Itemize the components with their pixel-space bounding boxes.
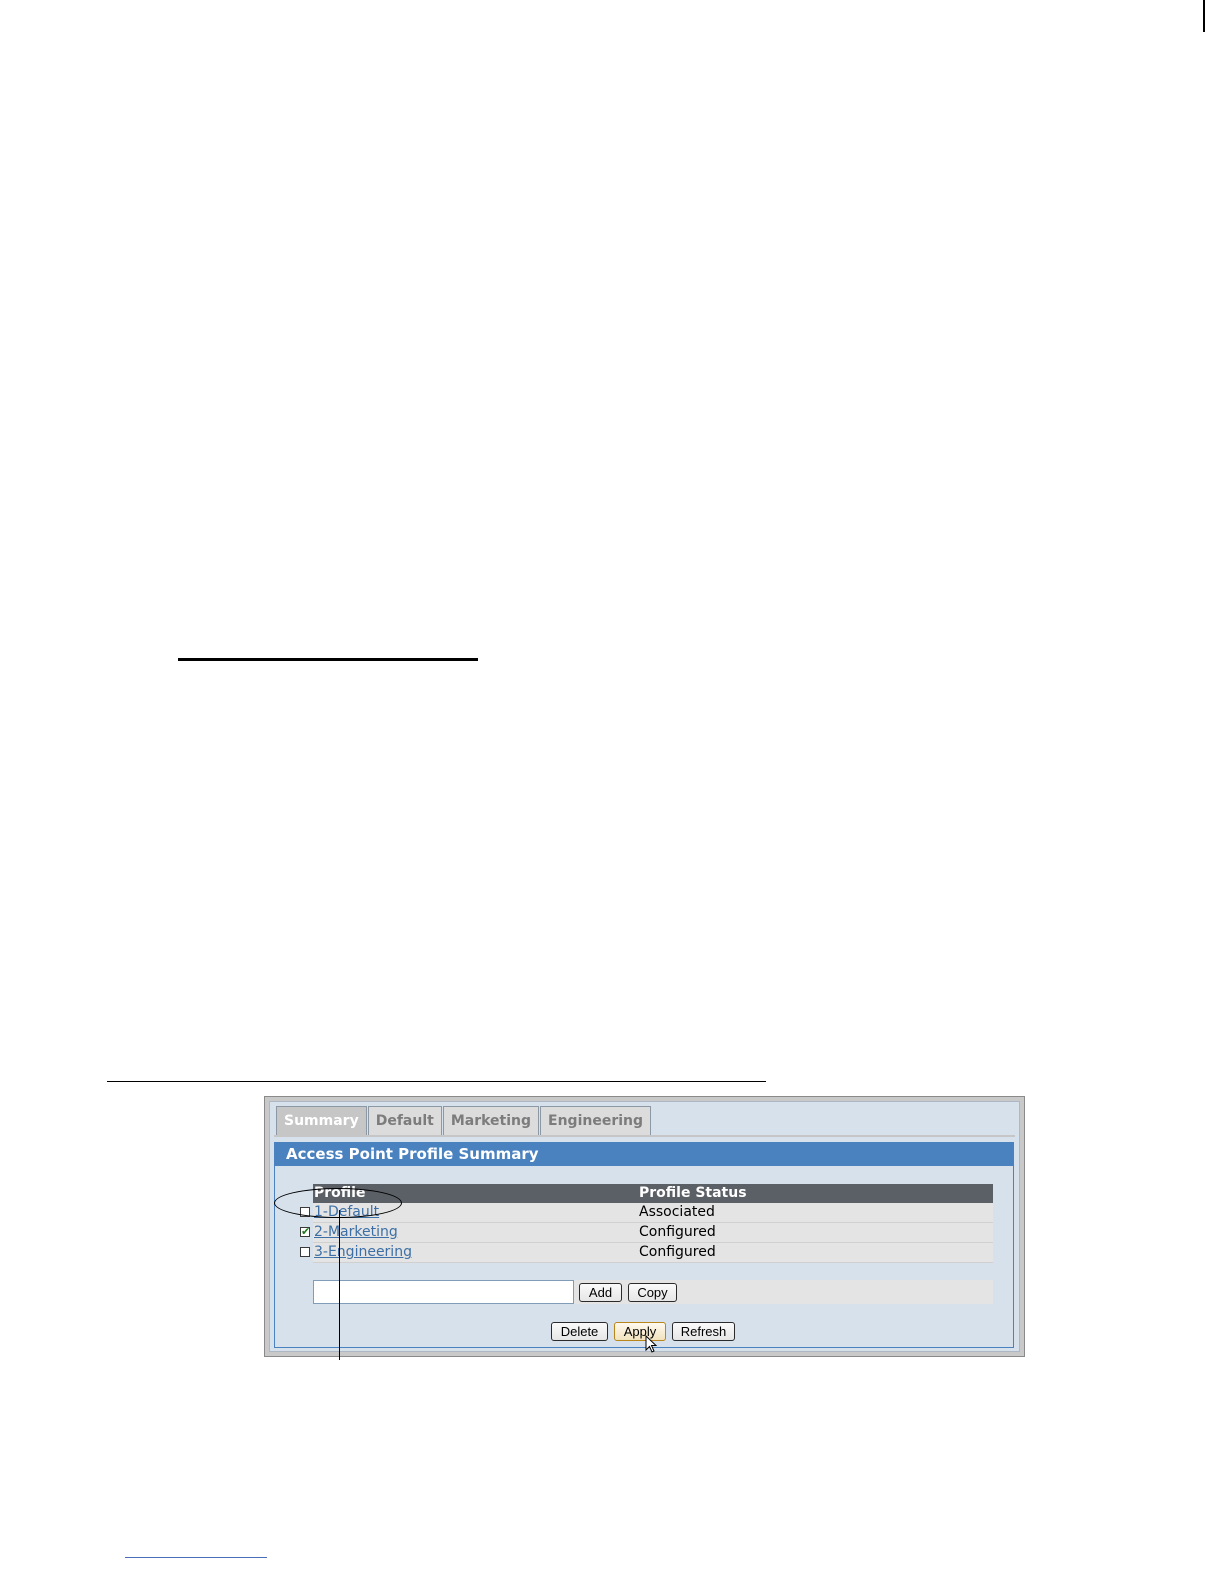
header-profile-status: Profile Status bbox=[639, 1185, 747, 1201]
profile-status: Configured bbox=[639, 1244, 716, 1260]
refresh-button[interactable]: Refresh bbox=[672, 1322, 735, 1341]
table-row: 2-Marketing Configured bbox=[300, 1223, 993, 1243]
mouse-pointer-icon bbox=[645, 1335, 658, 1353]
ui-window: Summary Default Marketing Engineering Ac… bbox=[264, 1096, 1025, 1357]
table-row: 3-Engineering Configured bbox=[300, 1243, 993, 1263]
panel-title: Access Point Profile Summary bbox=[275, 1143, 1013, 1166]
add-button[interactable]: Add bbox=[579, 1283, 622, 1302]
figure-rule bbox=[107, 1081, 766, 1082]
copy-button[interactable]: Copy bbox=[628, 1283, 677, 1302]
profile-link[interactable]: 2-Marketing bbox=[314, 1223, 398, 1241]
page-edge-rule bbox=[1203, 0, 1205, 32]
section-rule bbox=[178, 658, 478, 661]
table-header: Profile Profile Status bbox=[313, 1184, 993, 1203]
ui-content-area: Summary Default Marketing Engineering Ac… bbox=[269, 1101, 1020, 1353]
tab-summary[interactable]: Summary bbox=[276, 1106, 367, 1135]
add-profile-row: Add Copy bbox=[313, 1280, 993, 1304]
footer-rule bbox=[125, 1557, 267, 1558]
callout-ellipse bbox=[274, 1188, 402, 1218]
delete-button[interactable]: Delete bbox=[551, 1322, 608, 1341]
row-checkbox[interactable] bbox=[300, 1247, 310, 1257]
profile-link[interactable]: 3-Engineering bbox=[314, 1243, 412, 1261]
table-row: 1-Default Associated bbox=[300, 1203, 993, 1223]
profile-name-input[interactable] bbox=[313, 1280, 574, 1304]
row-checkbox[interactable] bbox=[300, 1223, 310, 1241]
profile-table: Profile Profile Status 1-Default Associa… bbox=[300, 1184, 993, 1263]
profile-summary-panel: Access Point Profile Summary Profile Pro… bbox=[274, 1142, 1014, 1353]
profile-status: Configured bbox=[639, 1224, 716, 1240]
tab-strip: Summary Default Marketing Engineering bbox=[276, 1106, 652, 1136]
tab-default[interactable]: Default bbox=[367, 1106, 442, 1135]
tab-marketing[interactable]: Marketing bbox=[442, 1106, 540, 1135]
profile-status: Associated bbox=[639, 1204, 715, 1220]
tab-engineering[interactable]: Engineering bbox=[540, 1106, 652, 1135]
tab-underline bbox=[274, 1135, 1015, 1137]
callout-line bbox=[339, 1210, 340, 1360]
